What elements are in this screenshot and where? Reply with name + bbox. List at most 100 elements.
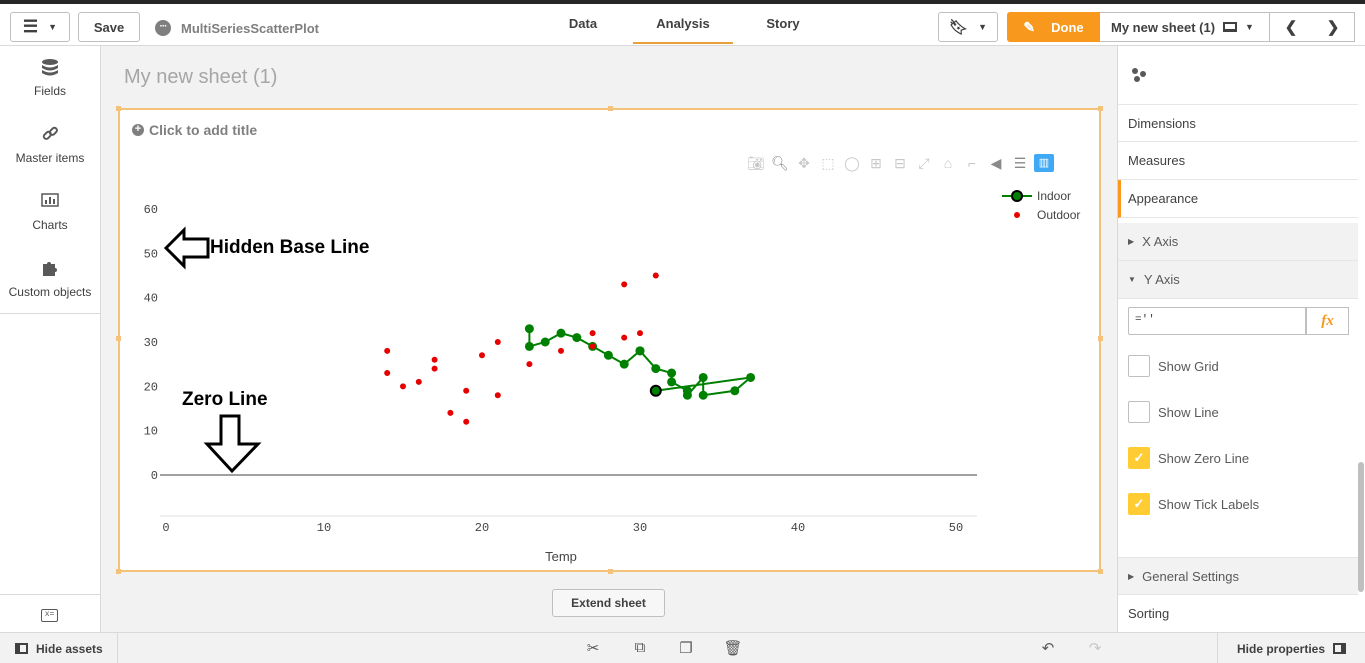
annotation-hidden-base-line: Hidden Base Line xyxy=(210,237,369,258)
expression-editor-button[interactable]: fx xyxy=(1306,307,1349,335)
tab-story[interactable]: Story xyxy=(760,16,806,31)
main-menu-button[interactable]: ☰ ▼ xyxy=(10,12,70,42)
scatter-chart-object[interactable]: + Click to add title 📷︎ 🔍︎ ✥ ⬚ ◯ ⊞ ⊟ ⤢ ⌂… xyxy=(118,108,1101,572)
checkmark-icon[interactable]: ✓ xyxy=(1128,447,1150,469)
legend-marker xyxy=(1012,191,1022,201)
down-arrow-icon xyxy=(207,416,258,471)
bar-chart-icon xyxy=(0,192,100,212)
next-sheet-button[interactable]: ❯ xyxy=(1312,12,1355,42)
link-icon xyxy=(0,125,100,145)
data-point-outdoor xyxy=(637,330,643,336)
section-dimensions[interactable]: Dimensions xyxy=(1118,104,1358,142)
hide-assets-button[interactable]: Hide assets xyxy=(0,633,118,663)
y-tick-label: 40 xyxy=(144,292,158,306)
x-axis-section[interactable]: ▶ X Axis xyxy=(1118,223,1358,261)
data-point-outdoor xyxy=(479,352,485,358)
data-point-outdoor xyxy=(495,339,501,345)
chevron-down-icon: ▼ xyxy=(48,22,57,32)
copy-icon[interactable]: ⧉ xyxy=(630,639,650,656)
caret-down-icon: ▼ xyxy=(1128,275,1136,284)
hide-properties-button[interactable]: Hide properties xyxy=(1217,633,1365,663)
show-line-label: Show Line xyxy=(1158,405,1219,420)
app-icon: ··· xyxy=(155,20,171,36)
caret-right-icon: ▶ xyxy=(1128,572,1134,581)
asset-custom-objects[interactable]: Custom objects xyxy=(0,259,100,299)
chart-type-icon xyxy=(1130,66,1150,84)
general-settings-label: General Settings xyxy=(1142,569,1239,584)
section-appearance[interactable]: Appearance xyxy=(1118,180,1358,218)
data-point-outdoor xyxy=(384,348,390,354)
data-point-outdoor xyxy=(621,281,627,287)
chevron-down-icon: ▼ xyxy=(978,22,987,32)
x-tick-label: 50 xyxy=(949,521,963,535)
show-zero-line-checkbox[interactable]: ✓ Show Zero Line xyxy=(1128,447,1249,469)
x-tick-label: 40 xyxy=(791,521,805,535)
bottom-toolbar: Hide assets ✂ ⧉ ❐ 🗑︎ ↶ ↷ Hide properties xyxy=(0,632,1365,663)
x-axis-title: Temp xyxy=(545,549,577,564)
properties-scrollbar[interactable] xyxy=(1358,462,1364,592)
checkbox-box[interactable] xyxy=(1128,355,1150,377)
data-point-outdoor xyxy=(558,348,564,354)
data-point-outdoor xyxy=(432,366,438,372)
asset-charts[interactable]: Charts xyxy=(0,192,100,232)
bookmark-button[interactable]: 🔖︎ ▼ xyxy=(938,12,998,42)
sheet-selector[interactable]: My new sheet (1) ▼ xyxy=(1100,12,1270,42)
asset-master-items[interactable]: Master items xyxy=(0,125,100,165)
show-tick-labels-label: Show Tick Labels xyxy=(1158,497,1259,512)
y-tick-label: 60 xyxy=(144,203,158,217)
cut-icon[interactable]: ✂ xyxy=(583,639,603,657)
y-axis-section[interactable]: ▼ Y Axis xyxy=(1118,261,1358,299)
sheet-title[interactable]: My new sheet (1) xyxy=(124,66,277,89)
previous-sheet-button[interactable]: ❮ xyxy=(1270,12,1313,42)
show-line-checkbox[interactable]: Show Line xyxy=(1128,401,1219,423)
checkbox-box[interactable] xyxy=(1128,401,1150,423)
sheet-selector-label: My new sheet (1) xyxy=(1111,20,1215,35)
pencil-icon: ✎ xyxy=(1023,19,1035,36)
annotation-zero-line: Zero Line xyxy=(182,389,268,410)
trash-icon[interactable]: 🗑︎ xyxy=(723,639,743,657)
y-tick-label: 0 xyxy=(151,469,158,483)
data-point-outdoor xyxy=(447,410,453,416)
show-zero-line-label: Show Zero Line xyxy=(1158,451,1249,466)
section-measures[interactable]: Measures xyxy=(1118,142,1358,180)
data-point-indoor xyxy=(525,342,534,351)
asset-fields-label: Fields xyxy=(34,84,66,98)
data-point-outdoor xyxy=(463,419,469,425)
asset-custom-objects-label: Custom objects xyxy=(9,285,92,299)
caret-right-icon: ▶ xyxy=(1128,237,1134,246)
redo-icon[interactable]: ↷ xyxy=(1085,639,1105,657)
data-point-indoor xyxy=(651,364,660,373)
save-button[interactable]: Save xyxy=(78,12,140,42)
left-arrow-icon xyxy=(166,230,208,266)
data-point-indoor xyxy=(541,338,550,347)
show-tick-labels-checkbox[interactable]: ✓ Show Tick Labels xyxy=(1128,493,1259,515)
show-grid-checkbox[interactable]: Show Grid xyxy=(1128,355,1219,377)
hide-properties-label: Hide properties xyxy=(1237,642,1325,656)
data-point-indoor xyxy=(651,386,661,396)
data-point-indoor xyxy=(667,377,676,386)
data-point-indoor xyxy=(667,369,676,378)
data-point-indoor xyxy=(683,391,692,400)
done-button[interactable]: ✎ Done xyxy=(1007,12,1100,42)
data-point-outdoor xyxy=(384,370,390,376)
hamburger-icon: ☰ xyxy=(23,17,38,37)
general-settings-section[interactable]: ▶ General Settings xyxy=(1118,557,1358,595)
asset-fields[interactable]: Fields xyxy=(0,58,100,98)
tab-analysis[interactable]: Analysis xyxy=(633,16,733,44)
x-tick-label: 30 xyxy=(633,521,647,535)
data-point-indoor xyxy=(699,373,708,382)
extend-sheet-button[interactable]: Extend sheet xyxy=(552,589,665,617)
tab-data[interactable]: Data xyxy=(562,16,604,31)
data-point-indoor xyxy=(699,391,708,400)
paste-icon[interactable]: ❐ xyxy=(676,639,696,657)
chevron-right-icon: ❯ xyxy=(1327,18,1340,36)
variables-icon[interactable]: x= xyxy=(41,609,58,622)
data-point-outdoor xyxy=(526,361,532,367)
section-sorting[interactable]: Sorting xyxy=(1118,595,1358,633)
divider xyxy=(0,313,100,314)
expression-input[interactable]: ='' xyxy=(1128,307,1306,335)
checkmark-icon[interactable]: ✓ xyxy=(1128,493,1150,515)
undo-icon[interactable]: ↶ xyxy=(1038,639,1058,657)
y-tick-label: 20 xyxy=(144,380,158,394)
panel-right-icon xyxy=(1333,643,1346,654)
